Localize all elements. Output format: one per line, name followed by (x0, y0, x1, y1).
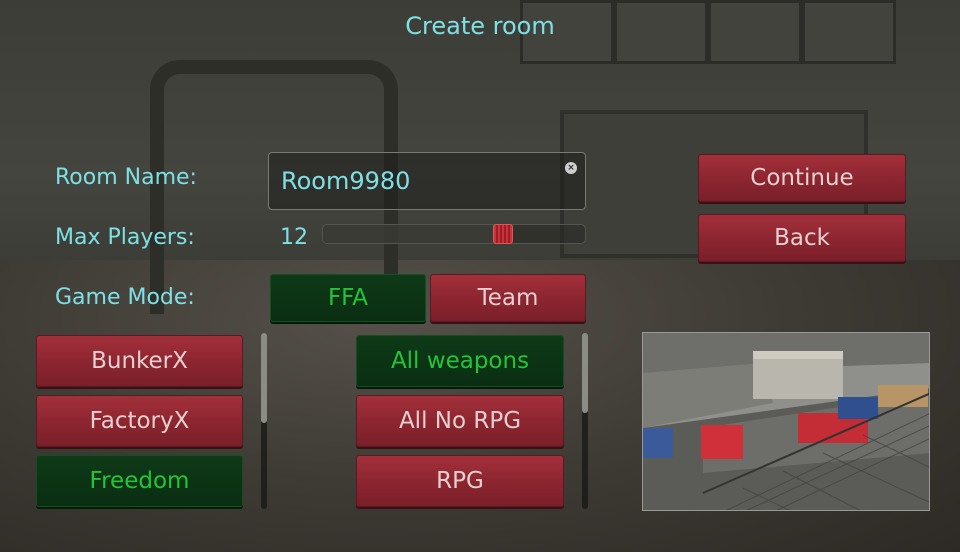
slider-fill (323, 225, 502, 243)
map-preview-render (643, 333, 929, 510)
max-players-slider[interactable] (322, 224, 586, 244)
map-list-scroll-thumb[interactable] (261, 333, 267, 423)
max-players-label: Max Players: (55, 225, 195, 250)
room-name-value: Room9980 (281, 167, 411, 195)
weapon-list-scroll-thumb[interactable] (582, 333, 588, 413)
page-title: Create room (405, 12, 555, 40)
map-item-factoryx[interactable]: FactoryX (36, 395, 243, 447)
clear-icon[interactable]: × (565, 162, 577, 174)
map-list-scrollbar[interactable] (261, 333, 267, 509)
weapon-list-scrollbar[interactable] (582, 333, 588, 509)
room-name-input[interactable]: Room9980 × (268, 152, 586, 210)
weapon-item-rpg[interactable]: RPG (356, 455, 564, 507)
back-button[interactable]: Back (698, 214, 906, 262)
mode-ffa-button[interactable]: FFA (270, 274, 426, 322)
room-name-label: Room Name: (55, 165, 197, 190)
slider-handle[interactable] (493, 224, 513, 244)
game-mode-label: Game Mode: (55, 285, 195, 310)
map-preview-image (642, 332, 930, 511)
map-item-bunkerx[interactable]: BunkerX (36, 335, 243, 387)
map-item-freedom[interactable]: Freedom (36, 455, 243, 507)
mode-team-button[interactable]: Team (430, 274, 586, 322)
weapon-item-all-no-rpg[interactable]: All No RPG (356, 395, 564, 447)
weapon-item-all-weapons[interactable]: All weapons (356, 335, 564, 387)
max-players-value: 12 (280, 225, 308, 250)
continue-button[interactable]: Continue (698, 154, 906, 202)
